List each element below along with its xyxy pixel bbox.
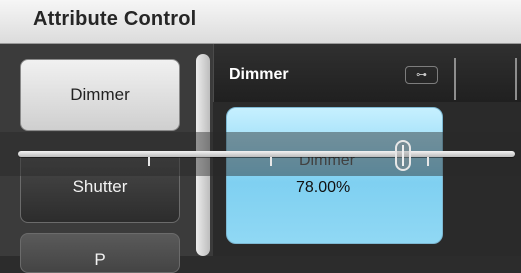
header-divider-right [515,58,517,100]
slider-thumb-line [402,145,404,166]
slider-rail[interactable] [18,151,515,157]
dimmer-tile-value: 78.00% [296,179,351,196]
header-divider [454,58,456,100]
slider-tick [270,157,272,166]
key-icon[interactable]: ⊶ [405,66,438,84]
window-header: Attribute Control [0,0,521,44]
section-title: Dimmer [229,66,289,83]
slider-tick [427,157,429,166]
attribute-button-partial[interactable]: P [20,233,180,273]
attribute-button-partial-label: P [94,250,106,269]
attribute-button-dimmer[interactable]: Dimmer [20,59,180,131]
attribute-button-dimmer-label: Dimmer [70,85,130,104]
slider-tick [148,157,150,166]
window-title: Attribute Control [33,8,197,30]
attribute-button-shutter-label: Shutter [72,177,128,196]
